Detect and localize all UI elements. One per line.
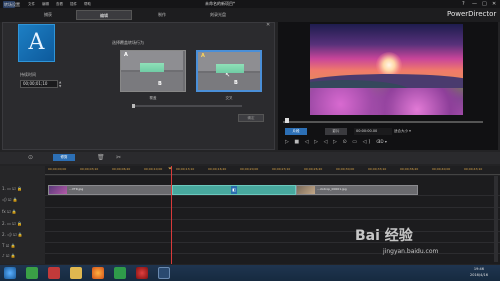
clip-name: ...VTR.jpg: [69, 187, 84, 191]
timeline-view-icon[interactable]: ⊙: [28, 154, 33, 161]
clip-name: ...ckdrop_00001.jpg: [317, 187, 347, 191]
preview-mode-movie[interactable]: 影片: [325, 128, 347, 135]
ruler-tick: 00;00;03;10: [80, 167, 99, 171]
track-head-audio-1[interactable]: ◁) ☑ 🔒: [2, 197, 44, 207]
maximize-button[interactable]: □: [482, 1, 487, 7]
watermark-logo: Bai 经验: [355, 228, 413, 244]
3d-button[interactable]: 3D ▾: [378, 139, 387, 144]
fit-dropdown[interactable]: 适合大小 ▾: [394, 128, 411, 135]
start-button-icon[interactable]: [4, 267, 16, 279]
ok-button[interactable]: 确定: [238, 114, 264, 122]
title-bar: 文件 编辑 查看 插件 帮助 未命名的新项目* ? — □ ✕: [0, 0, 500, 8]
seek-bar[interactable]: [283, 121, 483, 123]
minimize-button[interactable]: —: [472, 1, 477, 7]
ruler-tick: 00;00;13;10: [176, 167, 195, 171]
ruler-tick: 00;00;23;10: [272, 167, 291, 171]
mouse-cursor-icon: ↖: [225, 72, 231, 79]
trash-icon[interactable]: 🗑: [97, 154, 105, 161]
clip-b-block: [121, 72, 183, 91]
ruler-tick: 00;00;20;00: [240, 167, 259, 171]
letter-a: A: [201, 53, 205, 59]
firefox-icon[interactable]: [92, 267, 104, 279]
track-head-music[interactable]: ♪ ☑ 🔒: [2, 253, 44, 263]
ruler-tick: 00;00;10;00: [144, 167, 163, 171]
panel-scrollbar[interactable]: [132, 105, 242, 107]
duration-stepper-icon[interactable]: ▲ ▼: [59, 80, 64, 88]
trim-button[interactable]: 修剪: [53, 154, 75, 161]
help-icon[interactable]: ?: [462, 1, 465, 7]
duration-label: 持续时间: [20, 72, 36, 77]
taskbar-app-icon[interactable]: [114, 267, 126, 279]
ruler-tick: 00;00;16;20: [208, 167, 227, 171]
tab-burn-disc[interactable]: 刻录光盘: [190, 10, 246, 20]
brand-label: PowerDirector: [447, 10, 497, 18]
taskbar-app-icon[interactable]: [136, 267, 148, 279]
tab-edit[interactable]: 编辑: [76, 10, 132, 20]
panel-close-icon[interactable]: ✕: [266, 22, 270, 28]
taskbar-app-icon[interactable]: [26, 267, 38, 279]
track-head-video-1[interactable]: 1. ▭ ☑ 🔒: [2, 186, 44, 196]
seek-thumb[interactable]: [285, 118, 289, 123]
mode-label: 选择覆盖转场行为: [112, 40, 144, 45]
system-clock: 19:46 2016/4/16: [470, 267, 488, 277]
mode-card-overlap[interactable]: A B: [120, 50, 186, 92]
tab-capture[interactable]: 捕获: [20, 10, 76, 20]
playhead-handle[interactable]: ⏷: [168, 166, 172, 172]
mode-card-cross[interactable]: A B ↖: [196, 50, 262, 92]
timeline-ruler[interactable]: 00;00;00;00 00;00;03;10 00;00;06;20 00;0…: [45, 166, 500, 175]
transition-preview: A: [18, 24, 55, 62]
timeline-toolbar: [0, 152, 500, 164]
ruler-tick: 00;00;00;00: [48, 167, 67, 171]
clip-thumbnail: [297, 186, 315, 194]
playhead[interactable]: [171, 166, 172, 264]
letter-a: A: [124, 52, 128, 58]
clip-tools-icon[interactable]: ✂: [116, 154, 121, 161]
mode-tabs: 捕获 编辑 制作 刻录光盘: [0, 8, 500, 22]
window-title: 未命名的新项目*: [205, 1, 235, 6]
timeline-scrollbar[interactable]: [494, 176, 498, 262]
app-window: 文件 编辑 查看 插件 帮助 未命名的新项目* ? — □ ✕ 捕获 编辑 制作…: [0, 0, 500, 281]
track-head-fx[interactable]: fx ☑ 🔒: [2, 209, 44, 219]
track-head-audio-2[interactable]: 2. ◁) ☑ 🔒: [2, 232, 44, 242]
track-head-title[interactable]: T ☑ 🔒: [2, 243, 44, 253]
ruler-tick: 00;00;43;10: [464, 167, 483, 171]
preview-video: [310, 24, 463, 115]
letter-b: B: [158, 81, 162, 87]
preview-mode-clip[interactable]: 片段: [285, 128, 307, 135]
track-headers: 1. ▭ ☑ 🔒 ◁) ☑ 🔒 fx ☑ 🔒 2. ▭ ☑ 🔒 2. ◁) ☑ …: [0, 166, 45, 264]
powerdirector-taskbar-icon[interactable]: [158, 267, 170, 279]
ruler-tick: 00;00;06;20: [112, 167, 131, 171]
menu-edit[interactable]: 编辑: [42, 0, 49, 8]
watermark-url: jingyan.baidu.com: [383, 248, 439, 255]
ruler-tick: 00;00;33;10: [368, 167, 387, 171]
ruler-tick: 00;00;36;20: [400, 167, 419, 171]
clip-thumbnail: [49, 186, 67, 194]
mode-caption-cross: 交叉: [225, 96, 233, 100]
taskbar-app-icon[interactable]: [48, 267, 60, 279]
track-head-video-2[interactable]: 2. ▭ ☑ 🔒: [2, 221, 44, 231]
ruler-tick: 00;00;30;00: [336, 167, 355, 171]
playback-controls[interactable]: ▷ ■ ◁ ▷ ◁ ▷ ⊙ ▭ ◁) ⊙: [285, 139, 382, 145]
preview-timecode[interactable]: 00:00:00.00: [354, 128, 392, 135]
duration-input[interactable]: 00;00;01;10: [20, 80, 58, 88]
ruler-tick: 00;00;40;00: [432, 167, 451, 171]
letter-b: B: [234, 80, 238, 86]
mode-caption-overlap: 覆盖: [149, 96, 157, 100]
panel-title: 转场设置: [4, 2, 20, 7]
transition-marker-icon[interactable]: ◧: [231, 186, 237, 194]
panel-scrollbar-thumb[interactable]: [132, 104, 135, 108]
close-button[interactable]: ✕: [492, 1, 496, 7]
timeline-clip-2[interactable]: ...ckdrop_00001.jpg: [296, 185, 418, 195]
timeline-clip-1[interactable]: ...VTR.jpg: [48, 185, 172, 195]
tab-produce[interactable]: 制作: [134, 10, 190, 20]
menu-plugins[interactable]: 插件: [70, 0, 77, 8]
menu-view[interactable]: 查看: [56, 0, 63, 8]
folder-icon[interactable]: [70, 267, 82, 279]
menu-file[interactable]: 文件: [28, 0, 35, 8]
ruler-tick: 00;00;26;20: [304, 167, 323, 171]
preview-letter: A: [28, 30, 45, 55]
menu-help[interactable]: 帮助: [84, 0, 91, 8]
